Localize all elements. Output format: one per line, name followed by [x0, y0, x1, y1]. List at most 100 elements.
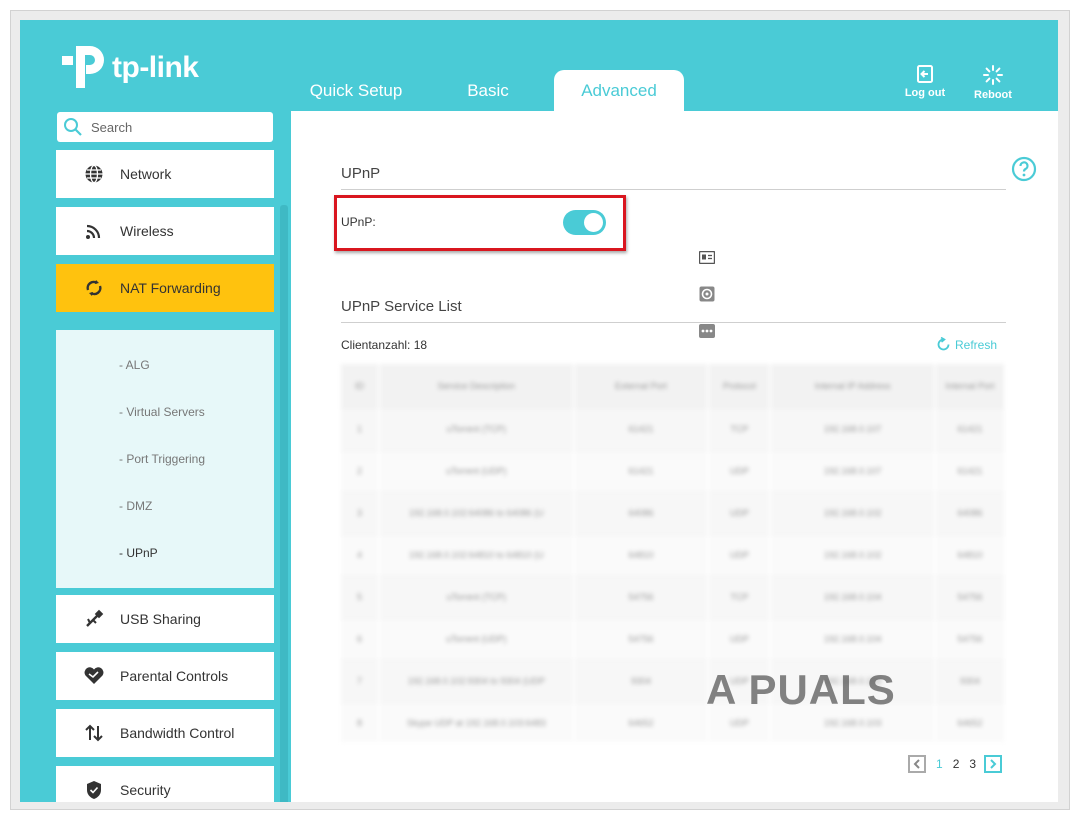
- sidebar-item-nat-forwarding[interactable]: NAT Forwarding: [56, 264, 274, 312]
- nat-icon: [82, 276, 106, 300]
- prev-page-button[interactable]: [908, 755, 926, 773]
- tab-basic[interactable]: Basic: [422, 70, 554, 112]
- sidebar-item-security[interactable]: Security: [56, 766, 274, 802]
- table-cell: 192.168.0.102:64810 to 64810 (U: [378, 533, 575, 576]
- table-cell: TCP: [708, 407, 772, 450]
- table-cell: 54756: [573, 617, 710, 660]
- bandwidth-icon: [82, 721, 106, 745]
- globe-icon: [82, 162, 106, 186]
- sidebar-item-label: Network: [120, 166, 172, 182]
- table-cell: 64810: [573, 533, 710, 576]
- logout-icon: [917, 65, 933, 83]
- column-header-external-port: External Port: [573, 364, 710, 408]
- table-cell: 1: [341, 407, 380, 450]
- page-number[interactable]: 2: [953, 757, 960, 771]
- table-row: 1 uTorrent (TCP) 61421 TCP 192.168.0.107 6142…: [341, 407, 1006, 450]
- table-cell: 61421: [935, 407, 1006, 450]
- refresh-label: Refresh: [955, 337, 998, 352]
- tab-advanced[interactable]: Advanced: [554, 70, 684, 112]
- sidebar-item-parental-controls[interactable]: Parental Controls: [56, 652, 274, 700]
- table-cell: 54756: [573, 575, 710, 618]
- logout-button[interactable]: Log out: [900, 64, 950, 99]
- refresh-icon: [937, 337, 950, 351]
- router-admin-app: tp-link Quick Setup Basic Advanced Log o…: [20, 20, 1058, 802]
- sidebar-item-label: Bandwidth Control: [120, 725, 235, 741]
- table-cell: 192.168.0.102:64086 to 64086 (U: [378, 491, 575, 534]
- sidebar-scrollbar[interactable]: [280, 205, 288, 802]
- sidebar-item-label: Parental Controls: [120, 668, 229, 684]
- tab-quick-setup[interactable]: Quick Setup: [290, 70, 422, 112]
- page-number[interactable]: 1: [936, 757, 943, 771]
- submenu-item-virtual-servers[interactable]: - Virtual Servers: [119, 405, 205, 419]
- support-icon[interactable]: [699, 286, 715, 307]
- top-tabs: Quick Setup Basic Advanced: [290, 70, 684, 112]
- main-content: UPnP UPnP: UPnP Service List Clientanzah…: [291, 111, 1058, 802]
- divider: [341, 322, 1006, 323]
- chevron-right-icon: [990, 759, 997, 769]
- column-header-internal-ip: Internal IP Address: [770, 364, 937, 408]
- submenu-item-alg[interactable]: - ALG: [119, 358, 150, 372]
- table-cell: uTorrent (UDP): [378, 617, 575, 660]
- pagination: 1 2 3: [908, 755, 1003, 773]
- card-icon[interactable]: [698, 250, 716, 269]
- submenu-item-dmz[interactable]: - DMZ: [119, 499, 152, 513]
- table-cell: TCP: [708, 575, 772, 618]
- column-header-internal-port: Internal Port: [935, 364, 1006, 408]
- table-cell: 61421: [935, 449, 1006, 492]
- brand-name: tp-link: [112, 51, 199, 84]
- upnp-toggle[interactable]: [563, 210, 606, 235]
- reboot-label: Reboot: [974, 89, 1012, 101]
- table-cell: 9304: [573, 659, 710, 702]
- table-cell: 5: [341, 575, 380, 618]
- table-cell: 192.168.0.104: [770, 575, 937, 618]
- upnp-field-label: UPnP:: [341, 215, 376, 229]
- table-cell: 54756: [935, 617, 1006, 660]
- table-cell: 64086: [573, 491, 710, 534]
- sidebar-item-wireless[interactable]: Wireless: [56, 207, 274, 255]
- help-icon: [1011, 156, 1037, 182]
- tp-link-logo-icon: [62, 46, 104, 88]
- upnp-service-table: ID Service Description External Port Pro…: [341, 364, 1006, 742]
- table-header-row: ID Service Description External Port Pro…: [341, 364, 1006, 408]
- sidebar-item-network[interactable]: Network: [56, 150, 274, 198]
- table-row: 4 192.168.0.102:64810 to 64810 (U 64810 UDP…: [341, 533, 1006, 576]
- client-count: Clientanzahl: 18: [341, 338, 428, 352]
- table-cell: 9304: [935, 659, 1006, 702]
- sidebar-item-label: NAT Forwarding: [120, 280, 221, 296]
- wifi-icon: [82, 219, 106, 243]
- sidebar-item-bandwidth-control[interactable]: Bandwidth Control: [56, 709, 274, 757]
- chevron-left-icon: [913, 759, 920, 769]
- usb-icon: [82, 607, 106, 631]
- column-header-protocol: Protocol: [708, 364, 772, 408]
- shield-icon: [82, 778, 106, 802]
- table-cell: uTorrent (UDP): [378, 449, 575, 492]
- table-body: 1 uTorrent (TCP) 61421 TCP 192.168.0.107 6142…: [341, 407, 1006, 742]
- table-row: 5 uTorrent (TCP) 54756 TCP 192.168.0.104 5475…: [341, 575, 1006, 618]
- search-icon: [64, 118, 82, 136]
- page-number[interactable]: 3: [969, 757, 976, 771]
- table-cell: 61421: [573, 407, 710, 450]
- toggle-knob: [584, 213, 603, 232]
- section-title-upnp: UPnP: [341, 165, 381, 182]
- table-cell: 64810: [935, 533, 1006, 576]
- table-cell: 4: [341, 533, 380, 576]
- table-cell: 64652: [573, 701, 710, 742]
- refresh-button[interactable]: Refresh: [936, 337, 997, 352]
- table-row: 8 Skype UDP at 192.168.0.103:6483 64652 UDP…: [341, 701, 1006, 742]
- table-cell: 192.168.0.107: [770, 407, 937, 450]
- submenu-item-port-triggering[interactable]: - Port Triggering: [119, 452, 205, 466]
- help-button[interactable]: [1011, 156, 1037, 187]
- submenu-item-upnp[interactable]: - UPnP: [119, 546, 158, 560]
- next-page-button[interactable]: [984, 755, 1003, 773]
- table-cell: UDP: [708, 449, 772, 492]
- table-cell: 64652: [935, 701, 1006, 742]
- reboot-button[interactable]: Reboot: [968, 64, 1018, 101]
- search-input[interactable]: [91, 119, 261, 135]
- more-icon[interactable]: [699, 324, 715, 343]
- table-cell: uTorrent (TCP): [378, 407, 575, 450]
- table-cell: UDP: [708, 533, 772, 576]
- sidebar-item-label: Security: [120, 782, 171, 798]
- logout-label: Log out: [904, 87, 946, 99]
- tp-link-logo: tp-link: [56, 42, 199, 94]
- sidebar-item-usb-sharing[interactable]: USB Sharing: [56, 595, 274, 643]
